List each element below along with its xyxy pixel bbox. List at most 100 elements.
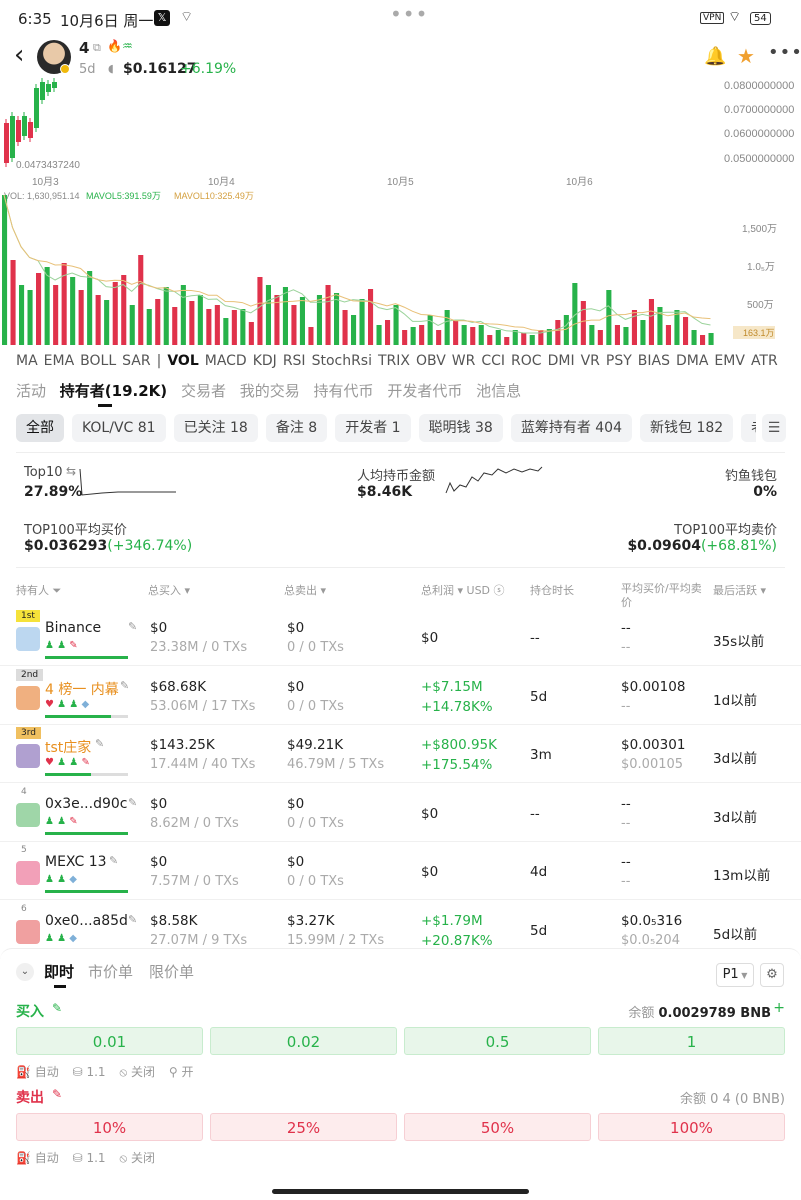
indicator-macd[interactable]: MACD <box>205 353 247 369</box>
buy-opt-slippage[interactable]: ⛁ 1.1 <box>73 1065 106 1079</box>
indicator-atr[interactable]: ATR <box>751 353 778 369</box>
table-row[interactable]: 3rd tst庄家 ♥ ♟ ♟ ✎ $143.25K 17.44M / 40 TXs $4… <box>0 725 801 783</box>
indicator-roc[interactable]: ROC <box>511 353 542 369</box>
tab-my-trades[interactable]: 我的交易 <box>240 382 300 400</box>
indicator-ema[interactable]: EMA <box>44 353 75 369</box>
chip-followed[interactable]: 已关注 18 <box>173 414 258 442</box>
total-sell-sub: 15.99M / 2 TXs <box>287 932 385 948</box>
bell-icon[interactable]: 🔔 <box>704 46 726 67</box>
indicator-stochrsi[interactable]: StochRsi <box>312 353 372 369</box>
indicator-kdj[interactable]: KDJ <box>253 353 277 369</box>
volume-bar <box>19 285 25 345</box>
indicator-cci[interactable]: CCI <box>481 353 505 369</box>
edit-note-icon[interactable]: ✎ <box>128 620 137 633</box>
holder-name[interactable]: 0x3e...d90c <box>45 796 127 812</box>
buy-opt-mev[interactable]: ⦸ 关闭 <box>119 1065 155 1079</box>
edit-note-icon[interactable]: ✎ <box>120 679 129 692</box>
holder-name[interactable]: Binance <box>45 620 101 636</box>
col-total-sell[interactable]: 总卖出 ▾ <box>284 582 326 598</box>
volume-bar <box>248 322 254 345</box>
edit-note-icon[interactable]: ✎ <box>128 913 137 926</box>
tab-traders[interactable]: 交易者 <box>181 382 226 400</box>
volume-bar <box>206 309 212 345</box>
preset-select[interactable]: P1 ▼ <box>716 963 754 987</box>
col-holder[interactable]: 持有人 ⏷ <box>16 582 61 598</box>
sell-amount-25[interactable]: 25% <box>210 1113 397 1141</box>
buy-amount-1[interactable]: 1 <box>598 1027 785 1055</box>
chip-new-wallet[interactable]: 新钱包 182 <box>640 414 734 442</box>
col-total-profit[interactable]: 总利润 ▾ USD ⓢ <box>421 582 505 598</box>
col-hold-duration[interactable]: 持仓时长 <box>530 582 574 598</box>
edit-note-icon[interactable]: ✎ <box>95 737 104 750</box>
chip-smart-money[interactable]: 聪明钱 38 <box>418 414 503 442</box>
chip-notes[interactable]: 备注 8 <box>265 414 328 442</box>
order-tab-market[interactable]: 市价单 <box>88 961 133 982</box>
price-chart[interactable]: 0.0473437240 0.0800000000 0.0700000000 0… <box>0 78 801 348</box>
buy-opt-user[interactable]: ⚲ 开 <box>169 1065 194 1079</box>
edit-sell-icon[interactable]: ✎ <box>52 1087 62 1101</box>
tab-held-tokens[interactable]: 持有代币 <box>314 382 374 400</box>
chip-all[interactable]: 全部 <box>16 414 64 442</box>
chip-dev[interactable]: 开发者 1 <box>335 414 411 442</box>
add-funds-icon[interactable]: + <box>773 1000 785 1016</box>
col-last-active[interactable]: 最后活跃 ▾ <box>713 582 766 598</box>
edit-note-icon[interactable]: ✎ <box>128 796 137 809</box>
chip-bluechip[interactable]: 蓝筹持有者 404 <box>510 414 632 442</box>
more-icon[interactable]: ••• <box>768 42 801 63</box>
top10-value: 27.89% <box>24 484 83 500</box>
sell-opt-mev[interactable]: ⦸ 关闭 <box>119 1151 155 1165</box>
order-tab-limit[interactable]: 限价单 <box>149 961 194 982</box>
sell-opt-slippage[interactable]: ⛁ 1.1 <box>73 1151 106 1165</box>
indicator-ma[interactable]: MA <box>16 353 38 369</box>
tab-activity[interactable]: 活动 <box>16 382 46 400</box>
col-avg-price[interactable]: 平均买价/平均卖价 <box>621 582 709 610</box>
tab-pool-info[interactable]: 池信息 <box>476 382 521 400</box>
collapse-chevron-icon[interactable]: ⌄ <box>16 963 34 981</box>
copy-icon[interactable]: ⧉ <box>93 41 101 55</box>
indicator-bias[interactable]: BIAS <box>638 353 670 369</box>
home-indicator[interactable] <box>272 1189 529 1194</box>
indicator-trix[interactable]: TRIX <box>378 353 410 369</box>
indicator-psy[interactable]: PSY <box>606 353 632 369</box>
chip-rat[interactable]: 老鼠仓 <box>741 414 756 442</box>
edit-buy-icon[interactable]: ✎ <box>52 1001 62 1015</box>
holder-name[interactable]: 0xe0...a85d <box>45 913 128 929</box>
indicator-emv[interactable]: EMV <box>714 353 745 369</box>
indicator-obv[interactable]: OBV <box>416 353 446 369</box>
col-total-buy[interactable]: 总买入 ▾ <box>148 582 190 598</box>
buy-amount-0.02[interactable]: 0.02 <box>210 1027 397 1055</box>
sell-amount-100[interactable]: 100% <box>598 1113 785 1141</box>
table-row[interactable]: 5 MEXC 13 ♟ ♟ ◆ $0 7.57M / 0 TXs $0 0 / 0 TXs $… <box>0 842 801 900</box>
table-row[interactable]: 4 0x3e...d90c ♟ ♟ ✎ $0 8.62M / 0 TXs $0 0 / 0 … <box>0 784 801 842</box>
indicator-sar[interactable]: SAR <box>122 353 150 369</box>
sell-amount-10[interactable]: 10% <box>16 1113 203 1141</box>
table-row[interactable]: 1st Binance ♟ ♟ ✎ $0 23.38M / 0 TXs $0 0 / 0 T… <box>0 608 801 666</box>
filter-settings-icon[interactable]: ☰ <box>762 414 786 442</box>
sell-amount-50[interactable]: 50% <box>404 1113 591 1141</box>
indicator-dmi[interactable]: DMI <box>548 353 575 369</box>
indicator-vol[interactable]: VOL <box>167 353 198 369</box>
table-row[interactable]: 2nd 4 榜一 内幕 ♥ ♟ ♟ ◆ $68.68K 53.06M / 17 TXs $… <box>0 667 801 725</box>
order-tab-instant[interactable]: 即时 <box>44 961 74 982</box>
indicator-dma[interactable]: DMA <box>676 353 708 369</box>
indicator-wr[interactable]: WR <box>452 353 476 369</box>
star-icon[interactable]: ★ <box>737 44 755 68</box>
tab-holders[interactable]: 持有者(19.2K) <box>60 382 167 407</box>
buy-amount-0.01[interactable]: 0.01 <box>16 1027 203 1055</box>
holder-name[interactable]: tst庄家 <box>45 737 91 757</box>
sell-opt-auto[interactable]: ⛽ 自动 <box>16 1151 59 1165</box>
buy-amount-0.5[interactable]: 0.5 <box>404 1027 591 1055</box>
indicator-boll[interactable]: BOLL <box>80 353 116 369</box>
buy-opt-auto[interactable]: ⛽ 自动 <box>16 1065 59 1079</box>
tab-dev-tokens[interactable]: 开发者代币 <box>387 382 462 400</box>
indicator-vr[interactable]: VR <box>581 353 600 369</box>
chip-kol[interactable]: KOL/VC 81 <box>72 414 166 442</box>
volume-bar <box>529 335 535 345</box>
indicator-rsi[interactable]: RSI <box>283 353 306 369</box>
holder-name[interactable]: 4 榜一 内幕 <box>45 679 119 699</box>
last-active: 3d以前 <box>713 809 758 826</box>
edit-note-icon[interactable]: ✎ <box>109 854 118 867</box>
holder-name[interactable]: MEXC 13 <box>45 854 107 870</box>
settings-gear-icon[interactable]: ⚙ <box>760 963 784 987</box>
back-arrow-icon[interactable]: ‹ <box>14 40 24 70</box>
